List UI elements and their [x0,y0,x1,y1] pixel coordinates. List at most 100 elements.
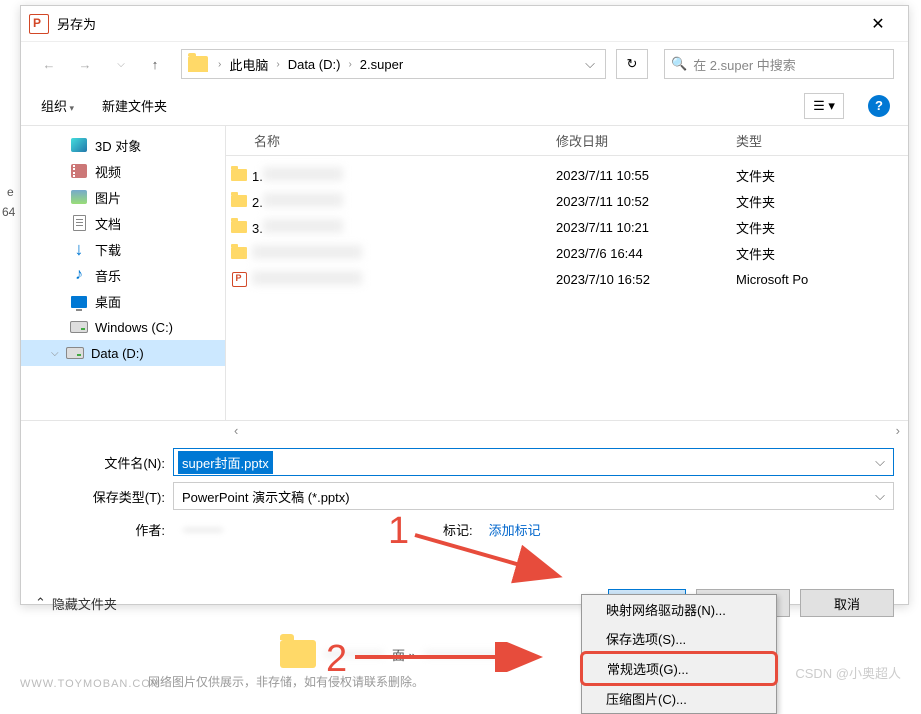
file-row[interactable]: 2023/7/10 16:52 Microsoft Po [226,266,908,292]
sidebar-label: 音乐 [95,266,121,285]
blurred-text [263,219,343,233]
filename-value: super封面.pptx [178,451,273,474]
sidebar-item-drive-d[interactable]: ⌵ Data (D:) [21,340,225,366]
file-type: 文件夹 [736,192,876,211]
author-label: 作者: [35,520,173,539]
file-row[interactable]: 2023/7/6 16:44 文件夹 [226,240,908,266]
file-type: 文件夹 [736,166,876,185]
filename-input[interactable]: super封面.pptx [173,448,894,476]
sidebar-label: Data (D:) [91,346,144,361]
3d-objects-icon [71,138,87,152]
arrow-2 [350,642,550,672]
back-button[interactable]: ← [35,50,63,78]
help-button[interactable]: ? [868,95,890,117]
column-date[interactable]: 修改日期 [556,131,736,150]
scroll-left-icon[interactable]: ‹ [234,423,238,438]
menu-item-map-drive[interactable]: 映射网络驱动器(N)... [582,595,776,624]
new-folder-button[interactable]: 新建文件夹 [100,92,169,119]
arrow-1 [410,530,570,590]
recent-dropdown[interactable]: ⌵ [107,50,135,78]
author-value-blurred[interactable] [183,528,223,532]
menu-item-save-options[interactable]: 保存选项(S)... [582,624,776,653]
file-row[interactable]: 1. 2023/7/11 10:55 文件夹 [226,162,908,188]
hide-folders-label: 隐藏文件夹 [52,594,117,613]
list-header: 名称 修改日期 类型 [226,126,908,156]
sidebar-item-pictures[interactable]: 图片 [21,184,225,210]
menu-item-compress[interactable]: 压缩图片(C)... [582,684,776,713]
video-icon [71,164,87,178]
chevron-right-icon[interactable]: › [344,59,355,70]
filetype-label: 保存类型(T): [35,487,173,506]
sidebar-item-desktop[interactable]: 桌面 [21,288,225,314]
view-options-button[interactable]: ☰ ▾ [804,93,844,119]
filename-label: 文件名(N): [35,453,173,472]
pictures-icon [71,190,87,204]
search-icon: 🔍 [671,56,687,72]
expander-icon[interactable]: ⌵ [51,348,65,359]
breadcrumb[interactable]: › 此电脑 › Data (D:) › 2.super ⌵ [181,49,606,79]
sidebar-label: 图片 [95,188,121,207]
documents-icon [73,215,86,231]
search-input[interactable]: 🔍 在 2.super 中搜索 [664,49,894,79]
file-type: 文件夹 [736,218,876,237]
folder-icon [231,169,247,181]
breadcrumb-pc[interactable]: 此电脑 [225,55,272,74]
file-date: 2023/7/10 16:52 [556,272,736,287]
refresh-button[interactable]: ↻ [616,49,648,79]
scroll-right-icon[interactable]: › [896,423,900,438]
breadcrumb-dropdown[interactable]: ⌵ [575,56,605,72]
file-name: 2. [252,195,263,210]
dialog-title: 另存为 [57,14,856,33]
titlebar: 另存为 ✕ [21,6,908,42]
desktop-icon [71,296,87,308]
horizontal-scrollbar[interactable]: ‹ › [21,420,908,440]
main-area: 3D 对象 视频 图片 文档 ↓ 下载 ♪ 音乐 [21,126,908,420]
folder-icon [280,640,316,668]
drive-icon [66,347,84,359]
sidebar-label: Windows (C:) [95,320,173,335]
column-type[interactable]: 类型 [736,131,876,150]
sidebar-label: 视频 [95,162,121,181]
breadcrumb-data[interactable]: Data (D:) [284,57,345,72]
sidebar-label: 3D 对象 [95,136,141,155]
file-name: 1. [252,169,263,184]
filetype-combo[interactable]: PowerPoint 演示文稿 (*.pptx) [173,482,894,510]
up-button[interactable]: ↑ [143,52,167,76]
chevron-right-icon[interactable]: › [272,59,283,70]
sidebar-item-drive-c[interactable]: Windows (C:) [21,314,225,340]
column-name[interactable]: 名称 [226,131,556,150]
close-button[interactable]: ✕ [856,9,900,39]
file-type: Microsoft Po [736,272,876,287]
drive-icon [70,321,88,333]
annotation-1: 1 [388,510,409,553]
forward-button[interactable]: → [71,50,99,78]
file-row[interactable]: 2. 2023/7/11 10:52 文件夹 [226,188,908,214]
sidebar-item-music[interactable]: ♪ 音乐 [21,262,225,288]
organize-button[interactable]: 组织 [39,92,76,119]
sidebar-item-downloads[interactable]: ↓ 下载 [21,236,225,262]
sidebar-item-documents[interactable]: 文档 [21,210,225,236]
save-as-dialog: 另存为 ✕ ← → ⌵ ↑ › 此电脑 › Data (D:) › 2.supe… [20,5,909,605]
blurred-text [263,167,343,181]
file-date: 2023/7/11 10:52 [556,194,736,209]
sidebar: 3D 对象 视频 图片 文档 ↓ 下载 ♪ 音乐 [21,126,226,420]
blurred-text [252,245,362,259]
hide-folders-toggle[interactable]: ⌃ 隐藏文件夹 [35,594,117,613]
sidebar-item-3d[interactable]: 3D 对象 [21,132,225,158]
file-date: 2023/7/11 10:55 [556,168,736,183]
file-date: 2023/7/6 16:44 [556,246,736,261]
folder-icon [231,195,247,207]
folder-icon [231,247,247,259]
blurred-text [252,271,362,285]
file-list: 名称 修改日期 类型 1. 2023/7/11 10:55 文件夹 2. 202… [226,126,908,420]
powerpoint-icon [29,14,49,34]
breadcrumb-super[interactable]: 2.super [356,57,407,72]
sidebar-label: 桌面 [95,292,121,311]
menu-item-general-options[interactable]: 常规选项(G)... [580,651,778,686]
sidebar-item-video[interactable]: 视频 [21,158,225,184]
cancel-button[interactable]: 取消 [800,589,894,617]
file-row[interactable]: 3. 2023/7/11 10:21 文件夹 [226,214,908,240]
folder-icon [188,56,208,72]
music-icon: ♪ [75,266,83,284]
chevron-right-icon[interactable]: › [214,59,225,70]
